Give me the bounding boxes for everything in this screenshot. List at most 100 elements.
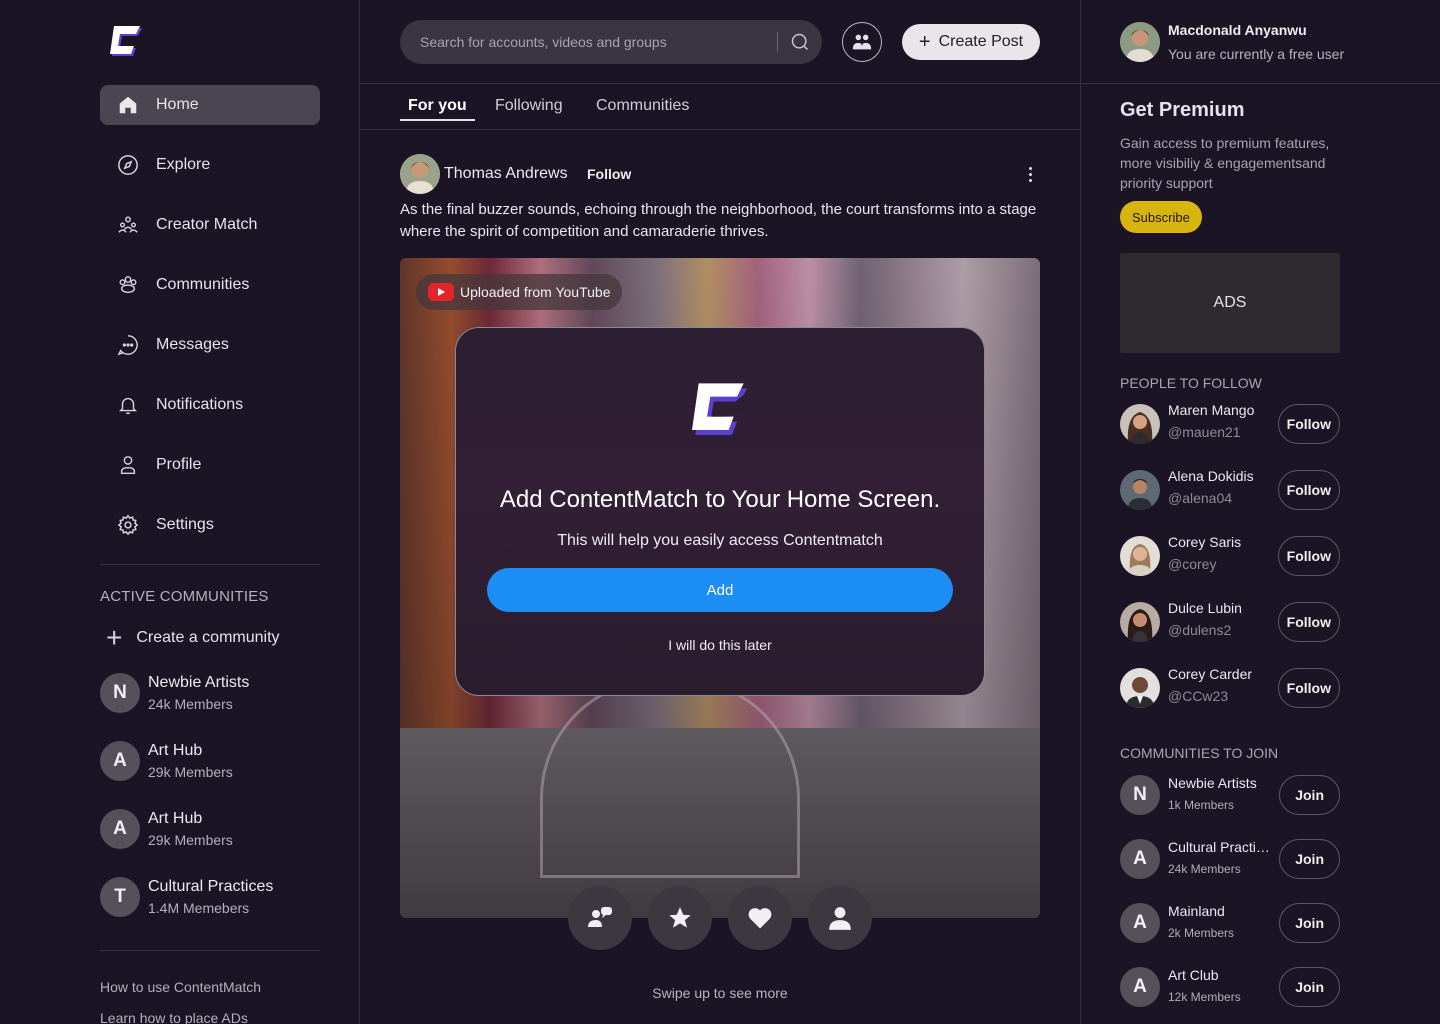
nav-label: Settings — [156, 516, 214, 533]
community-members: 1.4M Memebers — [148, 900, 250, 916]
later-button[interactable]: I will do this later — [455, 637, 985, 653]
person-avatar[interactable] — [1120, 470, 1160, 510]
person-avatar[interactable] — [1120, 668, 1160, 708]
follow-button[interactable]: Follow — [1277, 668, 1340, 708]
nav-communities[interactable]: Communities — [100, 265, 320, 305]
like-button[interactable] — [728, 886, 792, 950]
post-author-name[interactable]: Thomas Andrews — [444, 165, 568, 183]
community-members: 24k Members — [1168, 862, 1241, 876]
match-button[interactable] — [568, 886, 632, 950]
more-options-icon[interactable] — [1020, 162, 1040, 186]
community-name[interactable]: Art Club — [1168, 967, 1219, 983]
nav-settings[interactable]: Settings — [100, 505, 320, 545]
youtube-icon — [428, 283, 454, 301]
person-handle: @corey — [1168, 556, 1217, 572]
community-avatar[interactable]: A — [1120, 967, 1160, 1007]
person-name[interactable]: Alena Dokidis — [1168, 468, 1254, 484]
plus-icon: + — [918, 31, 931, 53]
current-user-avatar[interactable] — [1120, 22, 1160, 62]
nav-profile[interactable]: Profile — [100, 445, 320, 485]
how-to-use-link[interactable]: How to use ContentMatch — [100, 979, 261, 995]
follow-button[interactable]: Follow — [1277, 602, 1340, 642]
modal-title: Add ContentMatch to Your Home Screen. — [499, 486, 941, 513]
community-item[interactable]: N Newbie Artists 24k Members — [100, 673, 249, 713]
tab-communities[interactable]: Communities — [596, 97, 689, 115]
community-avatar[interactable]: N — [1120, 775, 1160, 815]
community-avatar: T — [100, 877, 140, 917]
premium-description: Gain access to premium features, more vi… — [1120, 135, 1330, 191]
suggested-person: Corey Carder @CCw23 Follow — [1120, 666, 1340, 710]
person-name[interactable]: Maren Mango — [1168, 402, 1254, 418]
nav-messages[interactable]: Messages — [100, 325, 320, 365]
join-button[interactable]: Join — [1279, 839, 1340, 879]
compass-icon — [116, 153, 140, 177]
create-community-link[interactable]: + Create a community — [106, 624, 280, 652]
star-button[interactable] — [648, 886, 712, 950]
right-header-divider — [1080, 83, 1440, 84]
nav-label: Creator Match — [156, 216, 258, 233]
join-button[interactable]: Join — [1279, 967, 1340, 1007]
person-handle: @mauen21 — [1168, 424, 1241, 440]
heart-icon — [748, 908, 772, 929]
search-icon[interactable] — [790, 32, 810, 52]
ads-placeholder[interactable]: ADS — [1120, 253, 1340, 353]
person-name[interactable]: Dulce Lubin — [1168, 600, 1242, 616]
follow-button[interactable]: Follow — [1277, 470, 1340, 510]
home-icon — [116, 93, 140, 117]
add-button[interactable]: Add — [487, 568, 953, 612]
person-handle: @dulens2 — [1168, 622, 1232, 638]
follow-button[interactable]: Follow — [1277, 404, 1340, 444]
subscribe-button[interactable]: Subscribe — [1120, 201, 1202, 233]
modal-subtitle: This will help you easily access Content… — [557, 532, 883, 549]
source-chip-label: Uploaded from YouTube — [460, 284, 611, 300]
search-bar[interactable] — [400, 20, 822, 64]
person-name[interactable]: Corey Saris — [1168, 534, 1241, 550]
communities-icon — [116, 273, 140, 297]
person-avatar[interactable] — [1120, 536, 1160, 576]
community-name[interactable]: Mainland — [1168, 903, 1225, 919]
community-item[interactable]: T Cultural Practices 1.4M Memebers — [100, 877, 273, 917]
nav-home[interactable]: Home — [100, 85, 320, 125]
community-item[interactable]: A Art Hub 29k Members — [100, 809, 233, 849]
contentmatch-logo-icon[interactable] — [108, 24, 148, 60]
match-icon — [588, 907, 612, 927]
nav-label: Notifications — [156, 396, 244, 413]
community-name[interactable]: Cultural Practices — [1168, 839, 1276, 855]
community-name[interactable]: Newbie Artists — [1168, 775, 1257, 791]
place-ads-link[interactable]: Learn how to place ADs — [100, 1010, 248, 1024]
active-tab-indicator — [400, 119, 475, 121]
create-post-button[interactable]: + Create Post — [902, 24, 1040, 60]
suggested-person: Maren Mango @mauen21 Follow — [1120, 402, 1340, 446]
tab-following[interactable]: Following — [495, 97, 563, 115]
community-name: Newbie Artists — [148, 674, 250, 691]
sidebar-divider — [100, 564, 320, 565]
nav-label: Messages — [156, 336, 229, 353]
join-button[interactable]: Join — [1279, 903, 1340, 943]
person-avatar[interactable] — [1120, 404, 1160, 444]
community-avatar[interactable]: A — [1120, 903, 1160, 943]
tab-for-you[interactable]: For you — [408, 97, 467, 115]
profile-icon — [829, 907, 851, 930]
suggested-person: Corey Saris @corey Follow — [1120, 534, 1340, 578]
nav-notifications[interactable]: Notifications — [100, 385, 320, 425]
person-name[interactable]: Corey Carder — [1168, 666, 1252, 682]
join-button[interactable]: Join — [1279, 775, 1340, 815]
premium-title: Get Premium — [1120, 99, 1245, 121]
community-item[interactable]: A Art Hub 29k Members — [100, 741, 233, 781]
create-community-label: Create a community — [136, 629, 280, 646]
community-avatar[interactable]: A — [1120, 839, 1160, 879]
nav-creator-match[interactable]: Creator Match — [100, 205, 320, 245]
user-icon — [116, 453, 140, 477]
post-author-avatar[interactable] — [400, 154, 440, 194]
community-members: 29k Members — [148, 764, 233, 780]
post-follow-button[interactable]: Follow — [587, 166, 631, 182]
person-avatar[interactable] — [1120, 602, 1160, 642]
nav-explore[interactable]: Explore — [100, 145, 320, 185]
nav-label: Home — [156, 96, 199, 113]
creator-match-button[interactable] — [842, 22, 882, 62]
follow-button[interactable]: Follow — [1277, 536, 1340, 576]
search-input[interactable] — [420, 34, 765, 50]
star-icon — [669, 907, 691, 928]
profile-button[interactable] — [808, 886, 872, 950]
contentmatch-logo-icon — [692, 383, 747, 435]
